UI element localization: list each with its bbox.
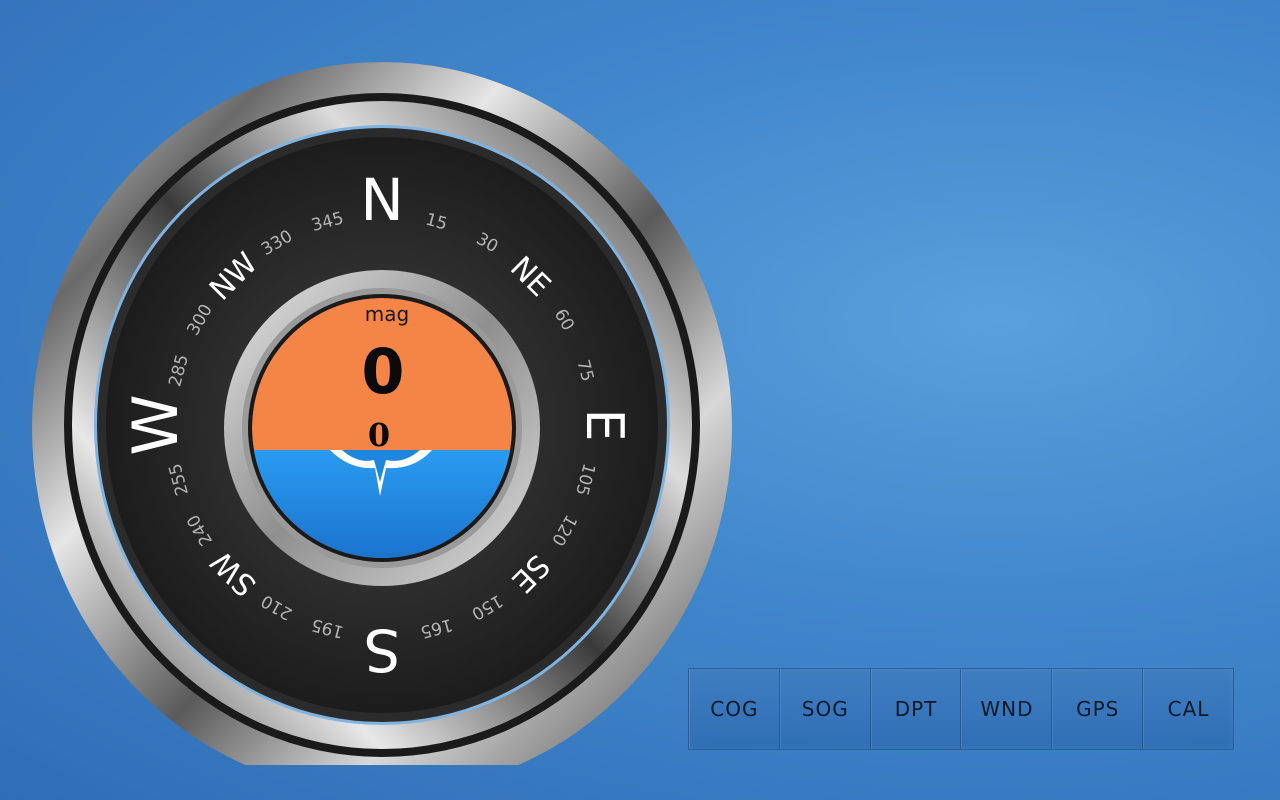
- compass-gauge: N NE E SE S SW W NW 15 30 60 75 105 120 …: [30, 30, 735, 765]
- cardinal-e: E: [574, 409, 634, 442]
- wnd-button[interactable]: WND: [961, 669, 1053, 749]
- cardinal-w: W: [119, 394, 192, 455]
- sog-button[interactable]: SOG: [779, 669, 871, 749]
- cog-button[interactable]: COG: [689, 669, 780, 749]
- dpt-button[interactable]: DPT: [870, 669, 962, 749]
- secondary-value: 0: [368, 416, 390, 454]
- cardinal-n: N: [360, 166, 403, 234]
- cal-button[interactable]: CAL: [1143, 669, 1233, 749]
- gps-button[interactable]: GPS: [1052, 669, 1144, 749]
- bottom-nav-bar: COG SOG DPT WND GPS CAL: [688, 668, 1234, 750]
- heading-value: 0: [361, 335, 404, 408]
- unit-label: mag: [365, 302, 409, 326]
- cardinal-s: S: [364, 616, 401, 684]
